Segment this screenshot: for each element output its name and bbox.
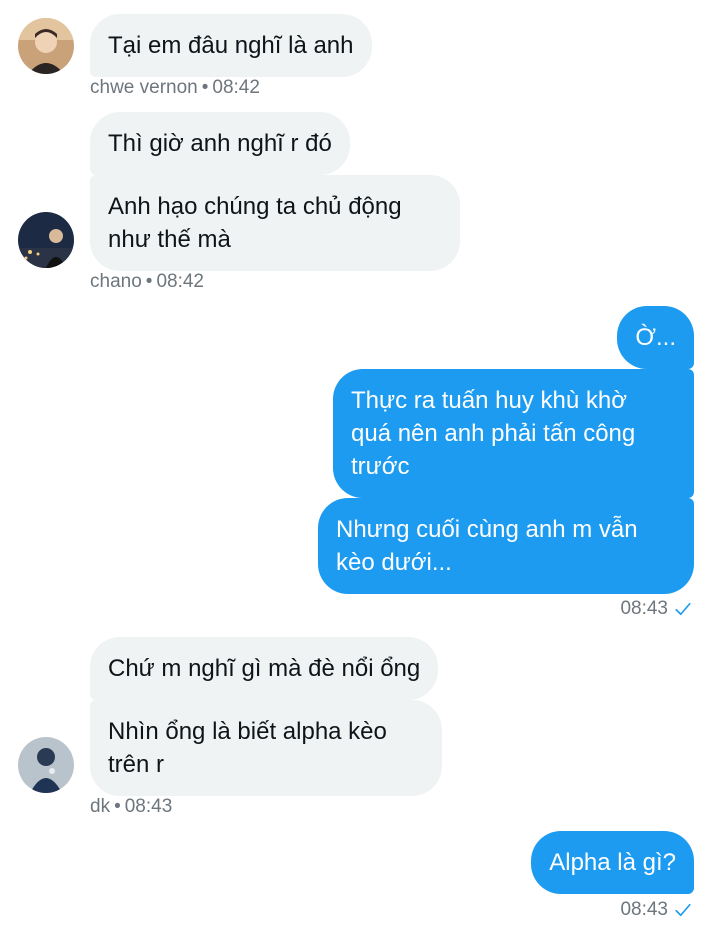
timestamp: 08:43 — [620, 899, 668, 920]
sender-name: dk — [90, 796, 111, 817]
check-icon — [675, 602, 691, 616]
separator-dot: • — [145, 271, 153, 292]
avatar-image — [18, 737, 74, 793]
avatar-image — [18, 18, 74, 74]
message-bubble[interactable]: Thực ra tuấn huy khù khờ quá nên anh phả… — [333, 369, 694, 498]
timestamp: 08:42 — [156, 271, 204, 292]
message-bubble[interactable]: Nhìn ổng là biết alpha kèo trên r — [90, 700, 442, 796]
avatar-chwe-vernon[interactable] — [18, 18, 74, 74]
message-meta: 08:43 — [620, 899, 692, 921]
message-bubble[interactable]: Nhưng cuối cùng anh m vẫn kèo dưới... — [318, 498, 694, 594]
avatar-dk[interactable] — [18, 737, 74, 793]
separator-dot: • — [114, 796, 121, 817]
message-bubble[interactable]: Anh hạo chúng ta chủ động như thế mà — [90, 175, 460, 271]
avatar-chano[interactable] — [18, 212, 74, 268]
message-meta: chwe vernon • 08:42 — [90, 77, 260, 99]
message-bubble[interactable]: Ờ... — [617, 306, 694, 369]
timestamp: 08:43 — [124, 796, 173, 817]
message-bubble[interactable]: Alpha là gì? — [531, 831, 694, 894]
timestamp: 08:42 — [212, 77, 260, 98]
avatar-image — [18, 212, 74, 268]
message-bubble[interactable]: Tại em đâu nghĩ là anh — [90, 14, 372, 77]
separator-dot: • — [201, 77, 209, 98]
sender-name: chwe vernon — [90, 77, 198, 98]
check-icon — [675, 903, 691, 917]
message-bubble[interactable]: Chứ m nghĩ gì mà đè nổi ổng — [90, 637, 439, 700]
message-meta: chano • 08:42 — [90, 271, 204, 293]
message-meta: dk • 08:43 — [90, 796, 172, 818]
message-meta: 08:43 — [620, 598, 692, 620]
timestamp: 08:43 — [620, 598, 668, 619]
message-bubble[interactable]: Thì giờ anh nghĩ r đó — [90, 112, 350, 175]
sender-name: chano — [90, 271, 142, 292]
